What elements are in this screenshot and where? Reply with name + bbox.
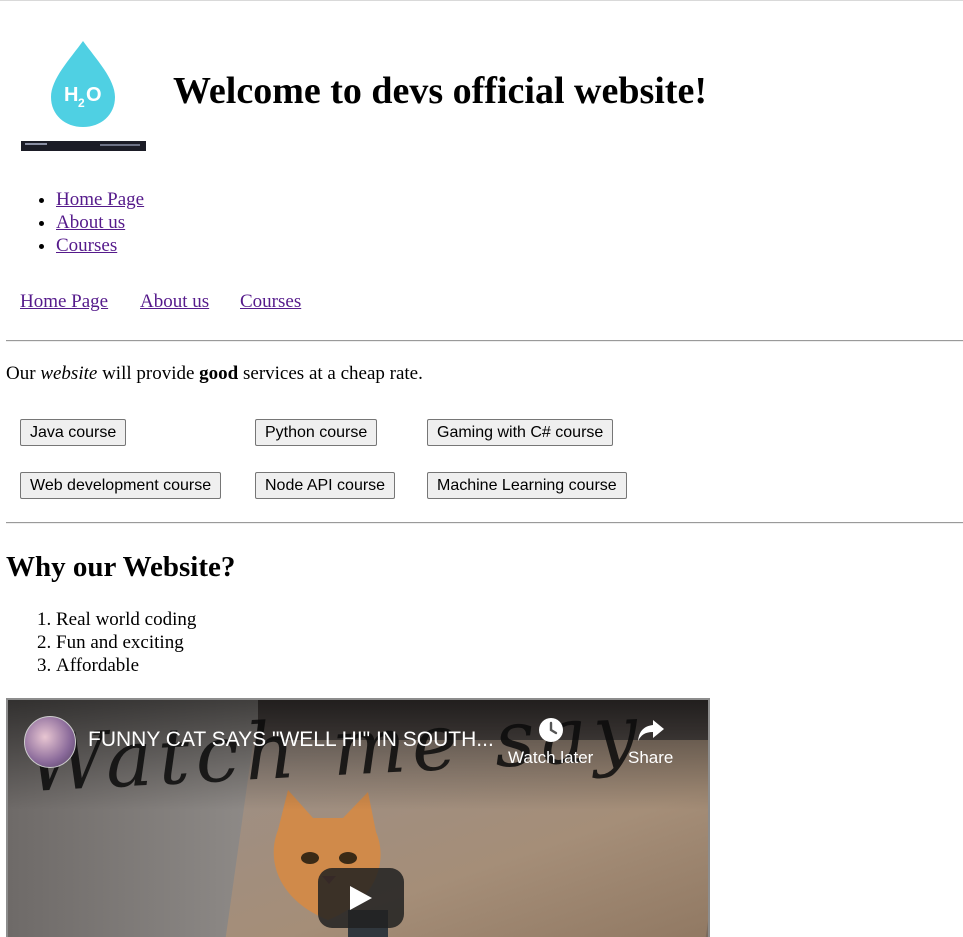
intro-part: Our xyxy=(6,363,41,384)
nav-list: Home Page About us Courses xyxy=(22,188,144,257)
share-button[interactable]: Share xyxy=(628,716,673,768)
web-dev-course-button[interactable]: Web development course xyxy=(20,472,222,499)
logo: H 2 O xyxy=(20,37,146,151)
share-icon xyxy=(637,720,664,741)
ml-course-button[interactable]: Machine Learning course xyxy=(427,472,627,499)
intro-italic: website xyxy=(40,363,98,384)
list-item: Courses xyxy=(56,234,144,257)
divider xyxy=(6,522,963,524)
list-item: About us xyxy=(56,211,144,234)
channel-avatar[interactable] xyxy=(24,716,76,768)
nav-link-about[interactable]: About us xyxy=(56,212,125,233)
play-icon xyxy=(350,886,372,910)
intro-part: will provide xyxy=(97,363,200,384)
list-item: Real world coding xyxy=(56,608,196,631)
svg-text:O: O xyxy=(86,84,102,106)
why-list: Real world coding Fun and exciting Affor… xyxy=(22,608,196,677)
intro-bold: good xyxy=(199,363,239,384)
inline-nav-home[interactable]: Home Page xyxy=(20,291,108,313)
play-button[interactable] xyxy=(318,868,404,928)
divider xyxy=(6,340,963,342)
list-item: Home Page xyxy=(56,188,144,211)
clock-icon xyxy=(538,718,563,742)
watch-later-label: Watch later xyxy=(508,748,594,767)
intro-text: Our website will provide good services a… xyxy=(6,363,423,385)
java-course-button[interactable]: Java course xyxy=(20,419,127,446)
video-title[interactable]: FUNNY CAT SAYS "WELL HI" IN SOUTH... xyxy=(88,728,494,752)
svg-text:H: H xyxy=(64,84,78,106)
watch-later-button[interactable]: Watch later xyxy=(508,716,593,768)
why-heading: Why our Website? xyxy=(6,551,236,583)
water-drop-icon: H 2 O xyxy=(51,41,115,127)
nav-link-home[interactable]: Home Page xyxy=(56,189,144,210)
nav-link-courses[interactable]: Courses xyxy=(56,235,117,256)
inline-nav-courses[interactable]: Courses xyxy=(240,291,301,313)
intro-part: services at a cheap rate. xyxy=(238,363,423,384)
video-embed[interactable]: Watch me say FUNNY CAT SAYS "WELL HI" IN… xyxy=(6,698,710,937)
node-api-course-button[interactable]: Node API course xyxy=(255,472,396,499)
gaming-csharp-course-button[interactable]: Gaming with C# course xyxy=(427,419,614,446)
share-label: Share xyxy=(628,748,674,767)
inline-nav-about[interactable]: About us xyxy=(140,291,209,313)
svg-text:2: 2 xyxy=(78,96,85,110)
page-title: Welcome to devs official website! xyxy=(173,70,707,112)
list-item: Fun and exciting xyxy=(56,631,196,654)
list-item: Affordable xyxy=(56,654,196,677)
python-course-button[interactable]: Python course xyxy=(255,419,378,446)
